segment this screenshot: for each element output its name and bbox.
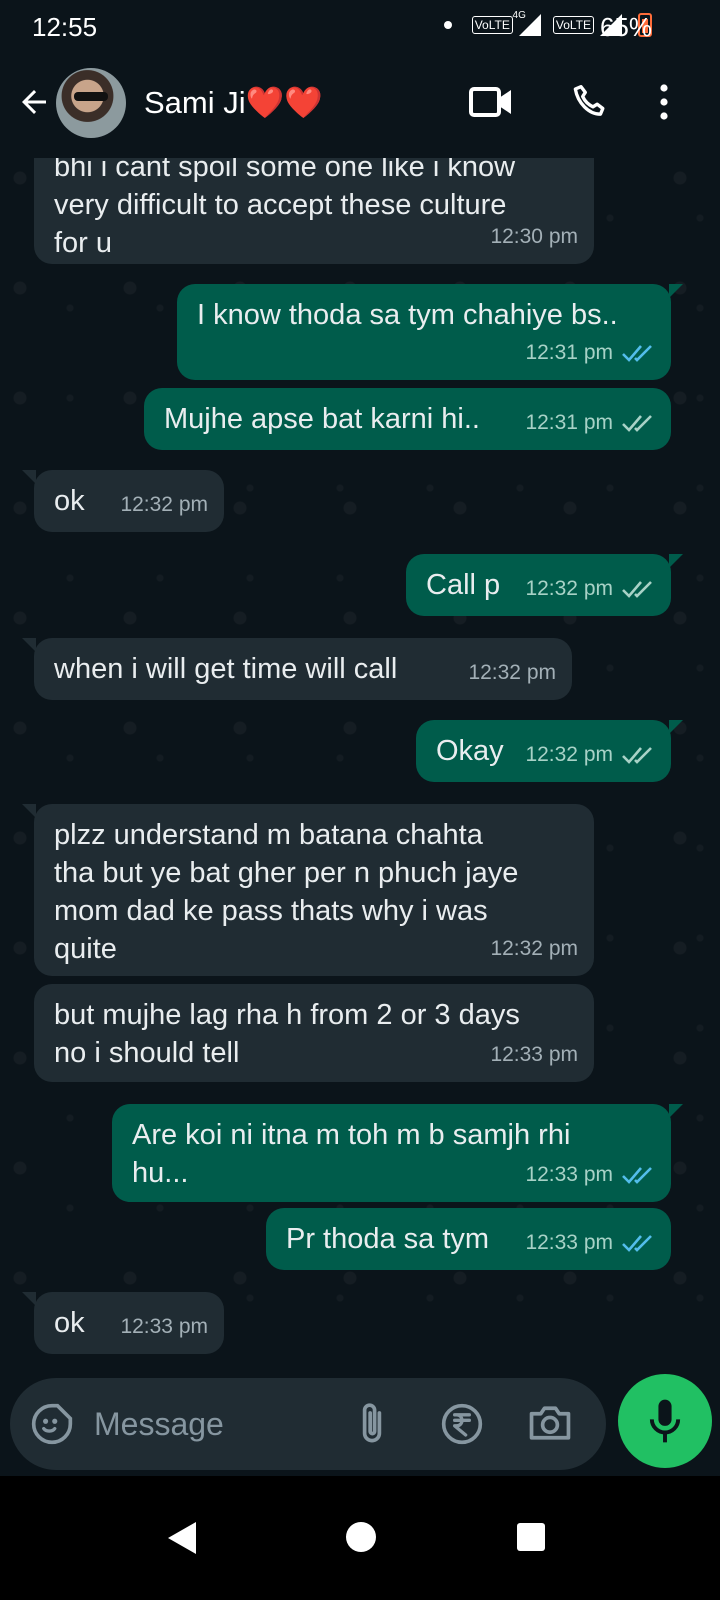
contact-name[interactable]: Sami Ji❤️❤️ [144, 84, 323, 121]
message-meta: 12:31 pm [525, 404, 655, 442]
heart-emoji: ❤️❤️ [245, 85, 323, 120]
message-meta: 12:33 pm [490, 1036, 578, 1074]
more-options-icon[interactable] [660, 84, 668, 120]
volte-label-1: VoLTE [474, 18, 510, 32]
message-time: 12:32 pm [468, 661, 556, 684]
message-time: 12:31 pm [525, 411, 613, 434]
message-meta: 12:32 pm [525, 570, 655, 608]
message-bubble[interactable]: Okay 12:32 pm [416, 720, 683, 782]
contact-avatar[interactable] [56, 68, 126, 138]
message-meta: 12:33 pm [525, 1156, 655, 1194]
volte-label-2: VoLTE [555, 18, 591, 32]
network-gen-label: 4G [512, 10, 526, 21]
message-bubble[interactable]: bhi i cant spoil some one like i know ve… [34, 158, 594, 264]
rupee-payment-icon[interactable] [440, 1402, 484, 1446]
read-double-tick-icon [622, 1167, 652, 1184]
read-double-tick-icon [622, 345, 652, 362]
message-time: 12:33 pm [525, 1163, 613, 1186]
message-bubble[interactable]: Pr thoda sa tym 12:33 pm [266, 1208, 671, 1270]
delivered-double-tick-icon [622, 581, 652, 598]
message-time: 12:32 pm [525, 743, 613, 766]
message-meta: 12:32 pm [525, 736, 655, 774]
delivered-double-tick-icon [622, 747, 652, 764]
delivered-double-tick-icon [622, 415, 652, 432]
message-meta: 12:32 pm [490, 930, 578, 968]
message-text: I know thoda sa tym chahiye bs.. [197, 299, 618, 331]
message-bubble[interactable]: I know thoda sa tym chahiye bs.. 12:31 p… [177, 284, 683, 380]
battery-percent: 65% [599, 12, 652, 42]
volte-badge-1: VoLTE 4G [471, 10, 526, 34]
message-time: 12:33 pm [120, 1315, 208, 1338]
mic-icon [649, 1399, 681, 1443]
message-bubble[interactable]: ok 12:32 pm [22, 470, 224, 532]
message-bubble[interactable]: ok 12:33 pm [22, 1292, 224, 1354]
message-bubble[interactable]: plzz understand m batana chahta tha but … [22, 804, 594, 976]
read-double-tick-icon [622, 1235, 652, 1252]
chat-messages[interactable]: bhi i cant spoil some one like i know ve… [0, 158, 720, 1402]
nav-back-icon[interactable] [168, 1522, 196, 1554]
attach-icon[interactable] [354, 1400, 390, 1448]
system-nav-bar [0, 1476, 720, 1600]
message-time: 12:32 pm [525, 577, 613, 600]
nav-home-icon[interactable] [346, 1522, 376, 1552]
nav-recents-icon[interactable] [517, 1523, 545, 1551]
message-time: 12:32 pm [120, 493, 208, 516]
message-time: 12:31 pm [525, 341, 613, 364]
message-meta: 12:32 pm [120, 486, 208, 524]
message-meta: 12:33 pm [525, 1224, 655, 1262]
message-time: 12:33 pm [490, 1043, 578, 1066]
message-meta: 12:32 pm [468, 654, 556, 692]
camera-icon[interactable] [526, 1402, 574, 1444]
message-meta: 12:30 pm [490, 218, 578, 256]
message-bubble[interactable]: when i will get time will call 12:32 pm [22, 638, 572, 700]
emoji-sticker-icon[interactable] [30, 1402, 74, 1446]
message-input[interactable] [94, 1398, 324, 1450]
message-composer [0, 1372, 720, 1476]
status-bar: 12:55 VoLTE 4G VoLTE 65% [0, 0, 720, 56]
notification-dot-icon [443, 21, 452, 29]
contact-name-text: Sami Ji [144, 85, 246, 120]
video-call-icon[interactable] [468, 84, 514, 120]
message-time: 12:33 pm [525, 1231, 613, 1254]
voice-record-button[interactable] [618, 1374, 712, 1468]
chat-header: Sami Ji❤️❤️ [0, 56, 720, 158]
message-bubble[interactable]: but mujhe lag rha h from 2 or 3 days no … [34, 984, 594, 1082]
status-time: 12:55 [32, 12, 98, 42]
message-meta: 12:33 pm [120, 1308, 208, 1346]
message-input-container [10, 1378, 606, 1470]
message-time: 12:30 pm [490, 225, 578, 248]
message-meta: 12:31 pm [525, 334, 655, 372]
phone-call-icon[interactable] [570, 82, 610, 122]
message-time: 12:32 pm [490, 937, 578, 960]
message-bubble[interactable]: Mujhe apse bat karni hi.. 12:31 pm [144, 388, 671, 450]
volte-badge-2: VoLTE [552, 16, 594, 34]
message-bubble[interactable]: Call p 12:32 pm [406, 554, 683, 616]
back-arrow-icon[interactable] [16, 84, 52, 120]
message-bubble[interactable]: Are koi ni itna m toh m b samjh rhi hu..… [112, 1104, 683, 1202]
